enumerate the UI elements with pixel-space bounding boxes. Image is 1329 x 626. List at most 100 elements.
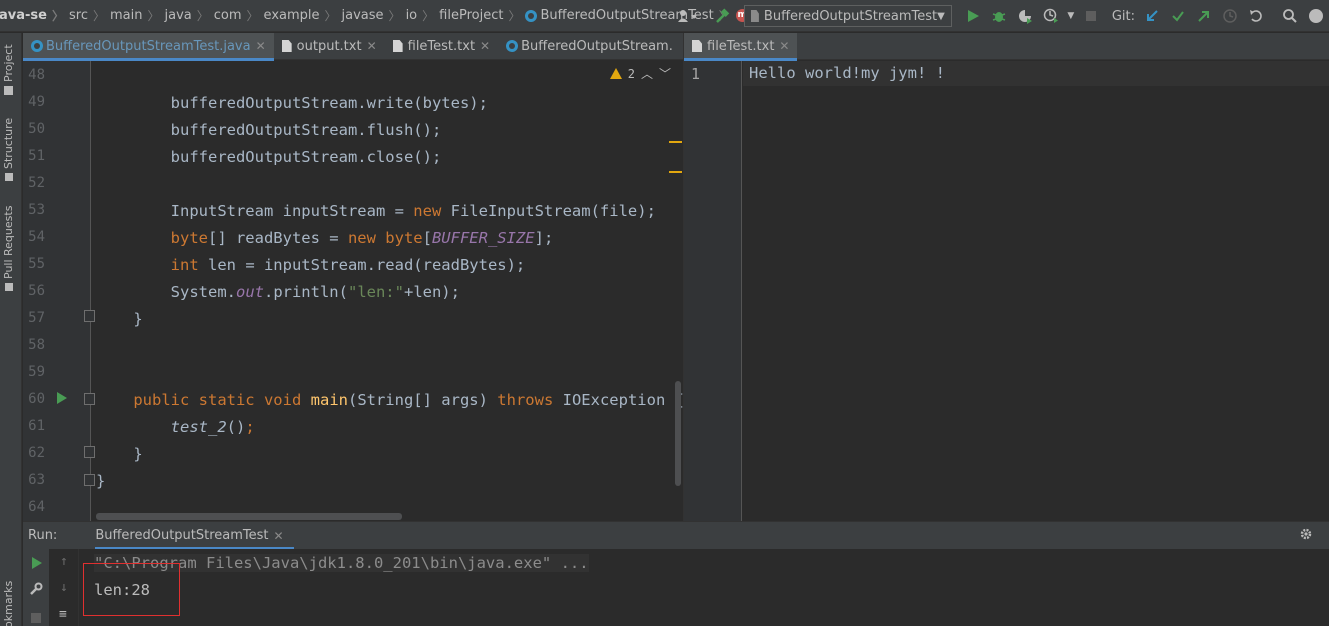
- line-number: 63: [28, 472, 45, 488]
- close-icon[interactable]: ✕: [256, 39, 266, 53]
- history-icon[interactable]: [1219, 5, 1241, 27]
- breadcrumb-com[interactable]: com 〉: [214, 7, 264, 24]
- coverage-icon[interactable]: [1014, 5, 1036, 27]
- code-line: bufferedOutputStream.flush();: [96, 121, 442, 139]
- profile-icon[interactable]: [1040, 5, 1062, 27]
- line-number: 58: [28, 337, 45, 353]
- breadcrumb-main[interactable]: main 〉: [110, 7, 165, 24]
- navigation-bar: ava-se 〉 src 〉 main 〉 java 〉 com 〉 example 〉 j…: [0, 0, 1329, 32]
- breadcrumb-javase[interactable]: javase 〉: [342, 7, 406, 24]
- code-line: }: [96, 310, 143, 328]
- class-icon: [31, 40, 43, 52]
- line-number: 51: [28, 148, 45, 164]
- ide-update-icon[interactable]: [1305, 5, 1327, 27]
- editor-gutter: 1: [684, 61, 742, 521]
- editor-tabs-right: fileTest.txt ✕: [684, 32, 1329, 61]
- tab-bufferedoutputstreamtest-java[interactable]: BufferedOutputStreamTest.java ✕: [23, 32, 274, 61]
- stop-icon[interactable]: [1080, 5, 1102, 27]
- editor-tabs-left: BufferedOutputStreamTest.java ✕ output.t…: [23, 32, 728, 61]
- wrench-icon[interactable]: [29, 582, 43, 600]
- text-line: Hello world!my jym! !: [749, 64, 945, 82]
- code-line: int len = inputStream.read(readBytes);: [170, 256, 526, 274]
- line-number: 57: [28, 310, 45, 326]
- code-line: bufferedOutputStream.close();: [96, 148, 442, 166]
- line-number: 60: [28, 391, 45, 407]
- stop-icon[interactable]: [30, 612, 42, 626]
- run-configuration-select[interactable]: BufferedOutputStreamTest ▼: [743, 5, 952, 27]
- chevron-up-icon[interactable]: ︿: [641, 65, 653, 82]
- chevron-down-icon[interactable]: ▼: [1066, 5, 1076, 27]
- git-push-icon[interactable]: [1193, 5, 1215, 27]
- line-number: 54: [28, 229, 45, 245]
- close-icon[interactable]: ✕: [779, 39, 789, 53]
- tab-filetest-txt[interactable]: fileTest.txt ✕: [385, 33, 498, 60]
- tab-output-txt[interactable]: output.txt ✕: [274, 33, 385, 60]
- structure-icon: [4, 173, 13, 181]
- line-number: 56: [28, 283, 45, 299]
- run-label: Run:: [28, 528, 58, 543]
- debug-icon[interactable]: [988, 5, 1010, 27]
- left-tool-window-stripe: Project Structure Pull Requests okmarks: [0, 33, 22, 626]
- code-line: test_2();: [170, 418, 255, 436]
- structure-tool-tab[interactable]: Structure: [2, 118, 15, 181]
- scroll-up-icon[interactable]: ↑: [60, 554, 68, 569]
- breadcrumb-fileproject[interactable]: fileProject 〉: [439, 7, 525, 24]
- soft-wrap-icon[interactable]: ≡: [59, 607, 67, 622]
- folder-icon: [4, 86, 13, 95]
- chevron-down-icon[interactable]: ﹀: [659, 65, 671, 82]
- git-label: Git:: [1111, 8, 1135, 24]
- breadcrumb-project[interactable]: ava-se 〉: [0, 7, 69, 24]
- run-toolbar-secondary: ↑ ↓ ≡: [51, 549, 79, 626]
- project-tool-tab[interactable]: Project: [2, 44, 15, 95]
- run-icon[interactable]: [962, 5, 984, 27]
- run-tool-window-header: Run: BufferedOutputStreamTest ✕: [23, 521, 1329, 550]
- breadcrumb-example[interactable]: example 〉: [264, 7, 342, 24]
- code-line: }: [96, 445, 143, 463]
- git-update-icon[interactable]: [1141, 5, 1163, 27]
- pull-request-icon: [4, 283, 13, 291]
- breadcrumb-io[interactable]: io 〉: [406, 7, 440, 24]
- git-commit-icon[interactable]: [1167, 5, 1189, 27]
- horizontal-scrollbar[interactable]: [96, 513, 402, 520]
- build-hammer-icon[interactable]: [712, 5, 734, 27]
- class-icon: [506, 40, 519, 52]
- line-number: 49: [28, 94, 45, 110]
- inspection-widget[interactable]: 2 ︿ ﹀: [609, 65, 671, 82]
- search-icon[interactable]: [1279, 5, 1301, 27]
- run-console[interactable]: ↑ ↓ ≡ "C:\Program Files\Java\jdk1.8.0_20…: [23, 549, 1329, 626]
- text-editor-right[interactable]: 1 Hello world!my jym! !: [684, 61, 1329, 521]
- rollback-icon[interactable]: [1245, 5, 1267, 27]
- code-line: public static void main(String[] args) t…: [133, 391, 683, 409]
- settings-gear-icon[interactable]: [1299, 527, 1313, 545]
- config-file-icon: [750, 10, 759, 22]
- code-editor-left[interactable]: 48 49 50 51 52 53 54 55 56 57 58 59 60 6…: [23, 61, 683, 521]
- rerun-icon[interactable]: [31, 557, 43, 573]
- close-icon[interactable]: ✕: [480, 39, 490, 53]
- close-icon[interactable]: ✕: [367, 39, 377, 53]
- warning-stripe-marker[interactable]: [669, 171, 682, 173]
- bookmarks-tool-tab[interactable]: okmarks: [2, 581, 15, 626]
- run-gutter-icon[interactable]: [57, 392, 67, 404]
- annotation-highlight-box: [83, 563, 180, 616]
- fold-marker-icon[interactable]: [84, 393, 95, 405]
- tab-bufferedoutputstream[interactable]: BufferedOutputStream.: [498, 33, 681, 60]
- close-icon[interactable]: ✕: [274, 529, 284, 543]
- fold-marker-icon[interactable]: [84, 310, 95, 322]
- editor-gutter: 48 49 50 51 52 53 54 55 56 57 58 59 60 6…: [23, 61, 95, 521]
- breadcrumb-src[interactable]: src 〉: [69, 7, 110, 24]
- vertical-scrollbar[interactable]: [675, 381, 681, 486]
- code-line: bufferedOutputStream.write(bytes);: [96, 94, 488, 112]
- scroll-down-icon[interactable]: ↓: [60, 580, 68, 595]
- line-number: 61: [28, 418, 45, 434]
- pull-requests-tool-tab[interactable]: Pull Requests: [2, 206, 15, 291]
- run-tab-bufferedoutputstreamtest[interactable]: BufferedOutputStreamTest ✕: [85, 522, 294, 550]
- warning-stripe-marker[interactable]: [669, 141, 682, 143]
- line-number: 64: [28, 499, 45, 515]
- breadcrumb-java[interactable]: java 〉: [165, 7, 214, 24]
- fold-marker-icon[interactable]: [84, 446, 95, 458]
- class-icon: [525, 9, 538, 22]
- user-icon[interactable]: [674, 5, 702, 27]
- fold-marker-icon[interactable]: [84, 474, 95, 486]
- tab-filetest-txt-right[interactable]: fileTest.txt ✕: [684, 32, 798, 61]
- code-line: InputStream inputStream = new FileInputS…: [96, 202, 656, 220]
